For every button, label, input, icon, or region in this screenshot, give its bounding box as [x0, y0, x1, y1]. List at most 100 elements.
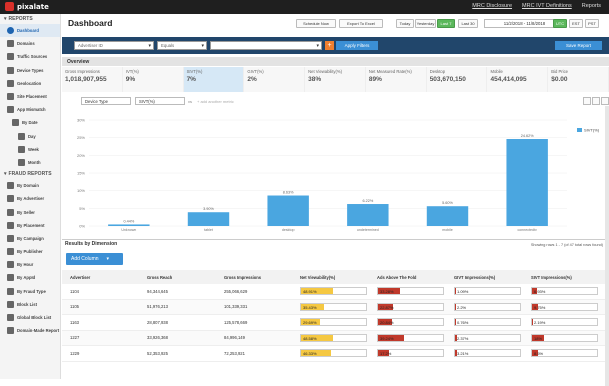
data-label: 0.44% [123, 219, 134, 223]
ads-above-fold-cell: 20.84% [377, 318, 454, 326]
sidebar-item-device-types[interactable]: Device Types [0, 64, 60, 77]
metric-net-measured-rate[interactable]: Net Measured Rate(%)89% [366, 67, 427, 92]
table-row[interactable]: 110494,344,645255,066,62948.91%33.28%1.0… [62, 284, 609, 300]
metric-desktop[interactable]: Desktop503,670,150 [427, 67, 488, 92]
gross-reach-cell: 28,807,938 [147, 320, 224, 325]
export-excel-button[interactable]: Export To Excel [339, 19, 383, 28]
sidebar-item-traffic-sources[interactable]: Traffic Sources [0, 50, 60, 63]
timezone-pst-button[interactable]: PST [585, 19, 599, 28]
column-header-net-viewability[interactable]: Net Viewability(%) [300, 275, 377, 280]
reports-menu[interactable]: Reports [582, 3, 601, 9]
settings-icon[interactable] [601, 97, 609, 105]
data-label: 8.63% [283, 191, 294, 195]
range-today-button[interactable]: Today [396, 19, 414, 28]
reports-section-heading[interactable]: ▾REPORTS [0, 14, 60, 24]
mrc-ivt-link[interactable]: MRC IVT Definitions [522, 3, 572, 9]
table-row[interactable]: 110551,976,213101,339,33135.43%22.87%2.2… [62, 300, 609, 316]
column-header-advertiser[interactable]: Advertiser [62, 275, 147, 280]
timezone-est-button[interactable]: EST [569, 19, 583, 28]
mrc-disclosure-link[interactable]: MRC Disclosure [472, 3, 512, 9]
sidebar-item-domain-made-report[interactable]: Domain-Made Report [0, 324, 60, 337]
results-heading: Results by Dimension [62, 239, 609, 248]
column-header-givt-impressions[interactable]: GIVT Impressions(%) [454, 275, 531, 280]
sidebar-item-by-domain[interactable]: By Domain [0, 179, 60, 192]
sidebar-item-week[interactable]: Week [0, 143, 60, 156]
metric-mobile[interactable]: Mobile454,414,095 [487, 67, 548, 92]
sidebar-item-by-date[interactable]: By Date [0, 116, 60, 129]
sidebar: ▾REPORTS DashboardDomainsTraffic Sources… [0, 14, 61, 379]
bar-chart-icon[interactable] [583, 97, 591, 105]
filter-field-select[interactable]: Advertiser ID [74, 41, 154, 50]
sidebar-item-by-publisher[interactable]: By Publisher [0, 245, 60, 258]
sidebar-item-app-mismatch[interactable]: App Mismatch [0, 103, 60, 116]
table-row[interactable]: 116328,807,938125,578,66929.69%20.84%0.7… [62, 315, 609, 331]
progress-value: 17.2% [380, 351, 391, 356]
vertical-scrollbar[interactable] [605, 106, 609, 386]
sidebar-item-by-seller[interactable]: By Seller [0, 205, 60, 218]
add-filter-button[interactable]: + [325, 41, 334, 50]
range-yesterday-button[interactable]: Yesterday [415, 19, 436, 28]
schedule-now-button[interactable]: Schedule Now [296, 19, 336, 28]
bar-chart: 0%5%10%15%20%25%30%0.44%Unknown3.90%tabl… [67, 108, 602, 238]
sidebar-item-day[interactable]: Day [0, 130, 60, 143]
metric-givt[interactable]: GIVT(%)2% [244, 67, 305, 92]
apply-filters-button[interactable]: Apply Filters [336, 41, 378, 50]
sidebar-item-label: By Campaign [17, 236, 44, 241]
metric-select[interactable]: SIVT(%) [135, 97, 185, 105]
sidebar-item-dashboard[interactable]: Dashboard [0, 24, 60, 37]
by-advertiser-icon [7, 195, 14, 202]
column-header-gross-impressions[interactable]: Gross Impressions [224, 275, 300, 280]
by-appid-icon [7, 274, 14, 281]
chevron-down-icon: ▾ [107, 256, 110, 262]
metric-gross-impressions[interactable]: Gross Impressions1,018,907,955 [62, 67, 123, 92]
sidebar-item-domains[interactable]: Domains [0, 37, 60, 50]
table-row[interactable]: 122733,926,36884,996,14948.58%39.24%2.37… [62, 331, 609, 347]
y-tick-label: 10% [77, 188, 85, 193]
metric-net-viewability[interactable]: Net Viewability(%)38% [305, 67, 366, 92]
gross-impressions-cell: 125,578,669 [224, 320, 300, 325]
add-column-button[interactable]: Add Column▾ [66, 253, 123, 265]
add-metric-link[interactable]: + add another metric [197, 99, 234, 104]
sidebar-item-site-placement[interactable]: Site Placement [0, 90, 60, 103]
range-last-30-button[interactable]: Last 30 [458, 19, 478, 28]
column-header-ads-above-the-fold[interactable]: Ads Above The Fold [377, 275, 454, 280]
sidebar-item-month[interactable]: Month [0, 156, 60, 169]
metric-bid-price[interactable]: Bid Price$0.00 [548, 67, 609, 92]
sidebar-item-block-list[interactable]: Block List [0, 298, 60, 311]
column-header-sivt-impressions[interactable]: SIVT Impressions(%) [531, 275, 609, 280]
fraud-section-heading[interactable]: ▾FRAUD REPORTS [0, 169, 60, 179]
week-icon [18, 146, 25, 153]
dimension-select[interactable]: Device Type [81, 97, 131, 105]
y-tick-label: 25% [77, 135, 85, 140]
save-report-button[interactable]: Save Report [555, 41, 602, 50]
metric-sivt[interactable]: SIVT(%)7% [184, 67, 245, 92]
sidebar-item-by-fraud-type[interactable]: By Fraud Type [0, 285, 60, 298]
sidebar-item-global-block-list[interactable]: Global Block List [0, 311, 60, 324]
net-viewability-cell: 29.69% [300, 318, 377, 326]
gross-reach-cell: 51,976,213 [147, 304, 224, 309]
filter-value-input[interactable] [210, 41, 322, 50]
gross-impressions-cell: 72,253,921 [224, 351, 300, 356]
sidebar-item-by-placement[interactable]: By Placement [0, 219, 60, 232]
line-chart-icon[interactable] [592, 97, 600, 105]
sidebar-item-by-hour[interactable]: By Hour [0, 258, 60, 271]
metric-ivt[interactable]: IVT(%)9% [123, 67, 184, 92]
domains-icon [7, 40, 14, 47]
sidebar-item-label: Domain-Made Report [17, 328, 59, 333]
logo[interactable]: pixalate [5, 2, 49, 11]
x-tick-label: Unknown [121, 228, 136, 232]
progress-bar: 3.21% [454, 349, 521, 357]
sidebar-item-by-advertiser[interactable]: By Advertiser [0, 192, 60, 205]
sidebar-item-by-appid[interactable]: By AppId [0, 271, 60, 284]
sidebar-item-by-campaign[interactable]: By Campaign [0, 232, 60, 245]
column-header-gross-reach[interactable]: Gross Reach [147, 275, 224, 280]
top-bar: pixalate MRC Disclosure MRC IVT Definiti… [0, 0, 609, 14]
table-row[interactable]: 122952,353,92572,253,92146.33%17.2%3.21%… [62, 346, 609, 362]
sidebar-item-geolocation[interactable]: Geolocation [0, 77, 60, 90]
advertiser-cell: 1163 [62, 320, 147, 325]
range-last-7-button[interactable]: Last 7 [437, 19, 455, 28]
filter-operator-select[interactable]: Equals [157, 41, 207, 50]
metric-label: Mobile [490, 69, 544, 74]
timezone-utc-button[interactable]: UTC [553, 19, 567, 28]
advertiser-cell: 1229 [62, 351, 147, 356]
